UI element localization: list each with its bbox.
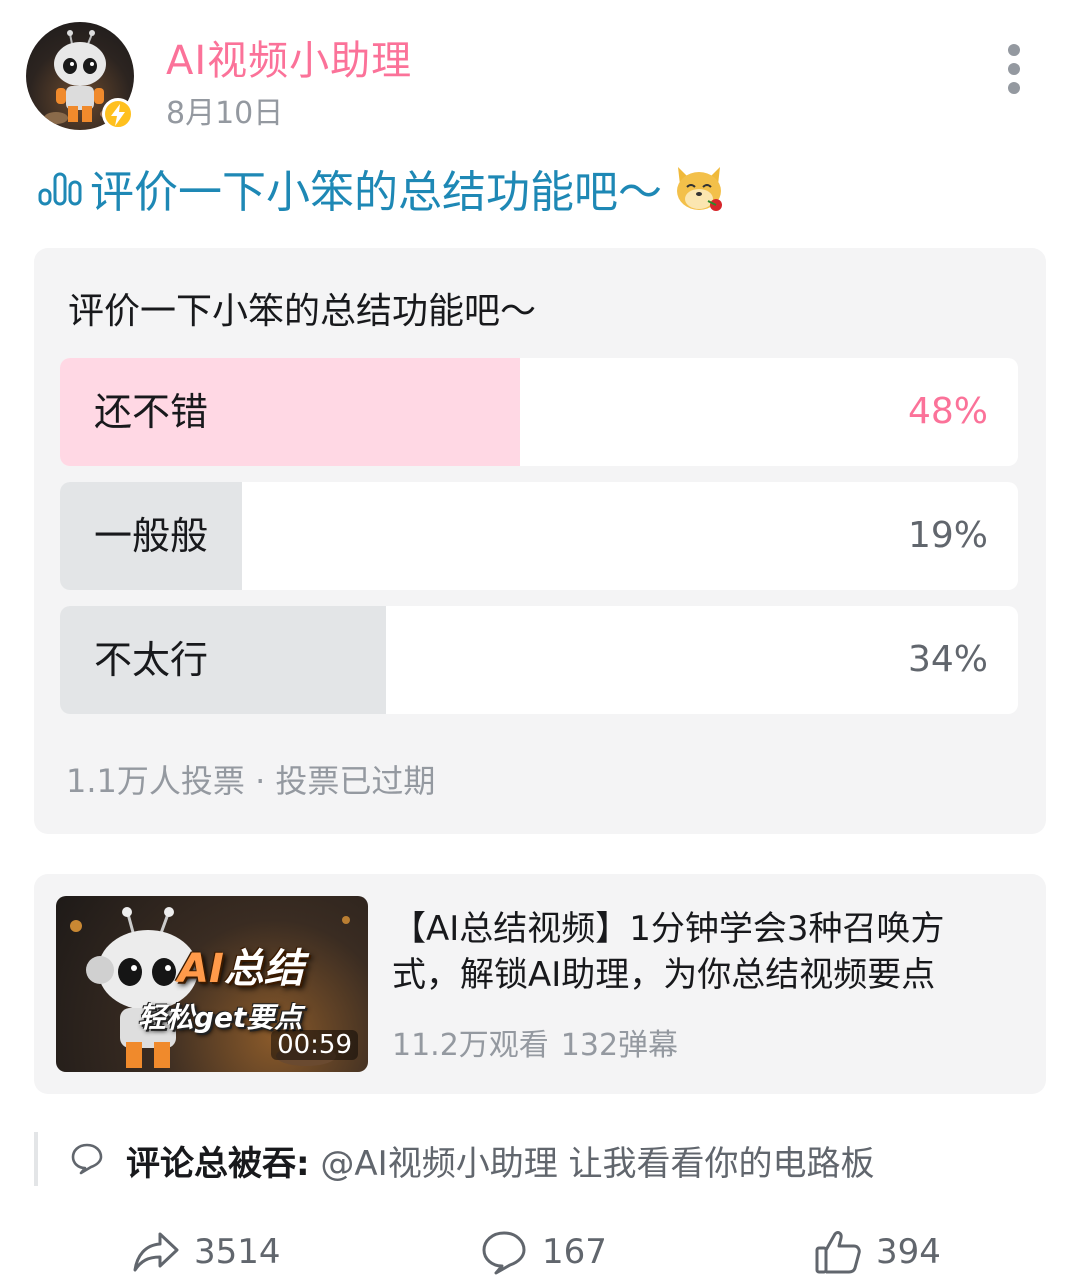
post-date: 8月10日 <box>166 96 284 131</box>
thumbnail-title: AI总结 <box>178 936 304 994</box>
poll-option-1[interactable]: 还不错 48% <box>60 358 1018 466</box>
poll-option-3[interactable]: 不太行 34% <box>60 606 1018 714</box>
poll-option-2[interactable]: 一般般 19% <box>60 482 1018 590</box>
poll-option-1-percent: 48% <box>907 391 988 432</box>
thumbs-up-icon <box>815 1231 861 1274</box>
share-count: 3514 <box>194 1232 281 1272</box>
video-views: 11.2万观看 <box>392 1028 549 1063</box>
poll-option-3-label: 不太行 <box>94 638 209 682</box>
comment-count: 167 <box>542 1232 607 1272</box>
video-stats: 11.2万观看 132弹幕 <box>392 1020 678 1064</box>
video-title[interactable]: 【AI总结视频】1分钟学会3种召唤方式，解锁AI助理，为你总结视频要点 <box>392 906 1012 998</box>
doge-rose-emoji-icon <box>677 167 722 211</box>
more-vertical-icon[interactable] <box>998 42 1032 96</box>
poll-card: 评价一下小笨的总结功能吧～ 还不错 48% 一般般 19% 不太行 34% 1.… <box>34 248 1046 834</box>
poll-option-1-label: 还不错 <box>94 390 209 434</box>
poll-option-2-percent: 19% <box>907 515 988 556</box>
share-button[interactable]: 3514 <box>132 1226 281 1278</box>
poll-meta: 1.1万人投票 · 投票已过期 <box>66 762 436 800</box>
video-card[interactable]: AI总结 轻松get要点 00:59 【AI总结视频】1分钟学会3种召唤方式，解… <box>34 874 1046 1094</box>
like-count: 394 <box>876 1232 941 1272</box>
poll-option-2-label: 一般般 <box>94 514 209 558</box>
video-thumbnail[interactable]: AI总结 轻松get要点 00:59 <box>56 896 368 1072</box>
thumbnail-title-summary: 总结 <box>223 946 304 992</box>
comment-text: @AI视频小助理 让我看看你的电路板 <box>320 1144 875 1184</box>
share-arrow-icon <box>133 1232 179 1272</box>
poll-question: 评价一下小笨的总结功能吧～ <box>68 291 537 332</box>
comment-icon <box>482 1231 526 1275</box>
post-title: 评价一下小笨的总结功能吧～ <box>38 158 726 218</box>
post-title-text: 评价一下小笨的总结功能吧～ <box>90 167 662 218</box>
comment-author[interactable]: 评论总被吞: <box>126 1144 310 1184</box>
author-name[interactable]: AI视频小助理 <box>166 28 412 86</box>
lightning-badge-icon <box>102 98 134 130</box>
comment-button[interactable]: 167 <box>480 1226 607 1278</box>
comment-preview[interactable]: 评论总被吞: @AI视频小助理 让我看看你的电路板 <box>34 1132 1018 1186</box>
video-duration: 00:59 <box>271 1030 358 1060</box>
thumbnail-title-ai: AI <box>178 946 224 992</box>
video-danmaku: 132弹幕 <box>560 1028 679 1063</box>
like-button[interactable]: 394 <box>814 1226 941 1278</box>
poll-option-3-percent: 34% <box>907 639 988 680</box>
poll-bars-icon <box>38 172 82 206</box>
speech-bubble-icon <box>71 1143 103 1175</box>
